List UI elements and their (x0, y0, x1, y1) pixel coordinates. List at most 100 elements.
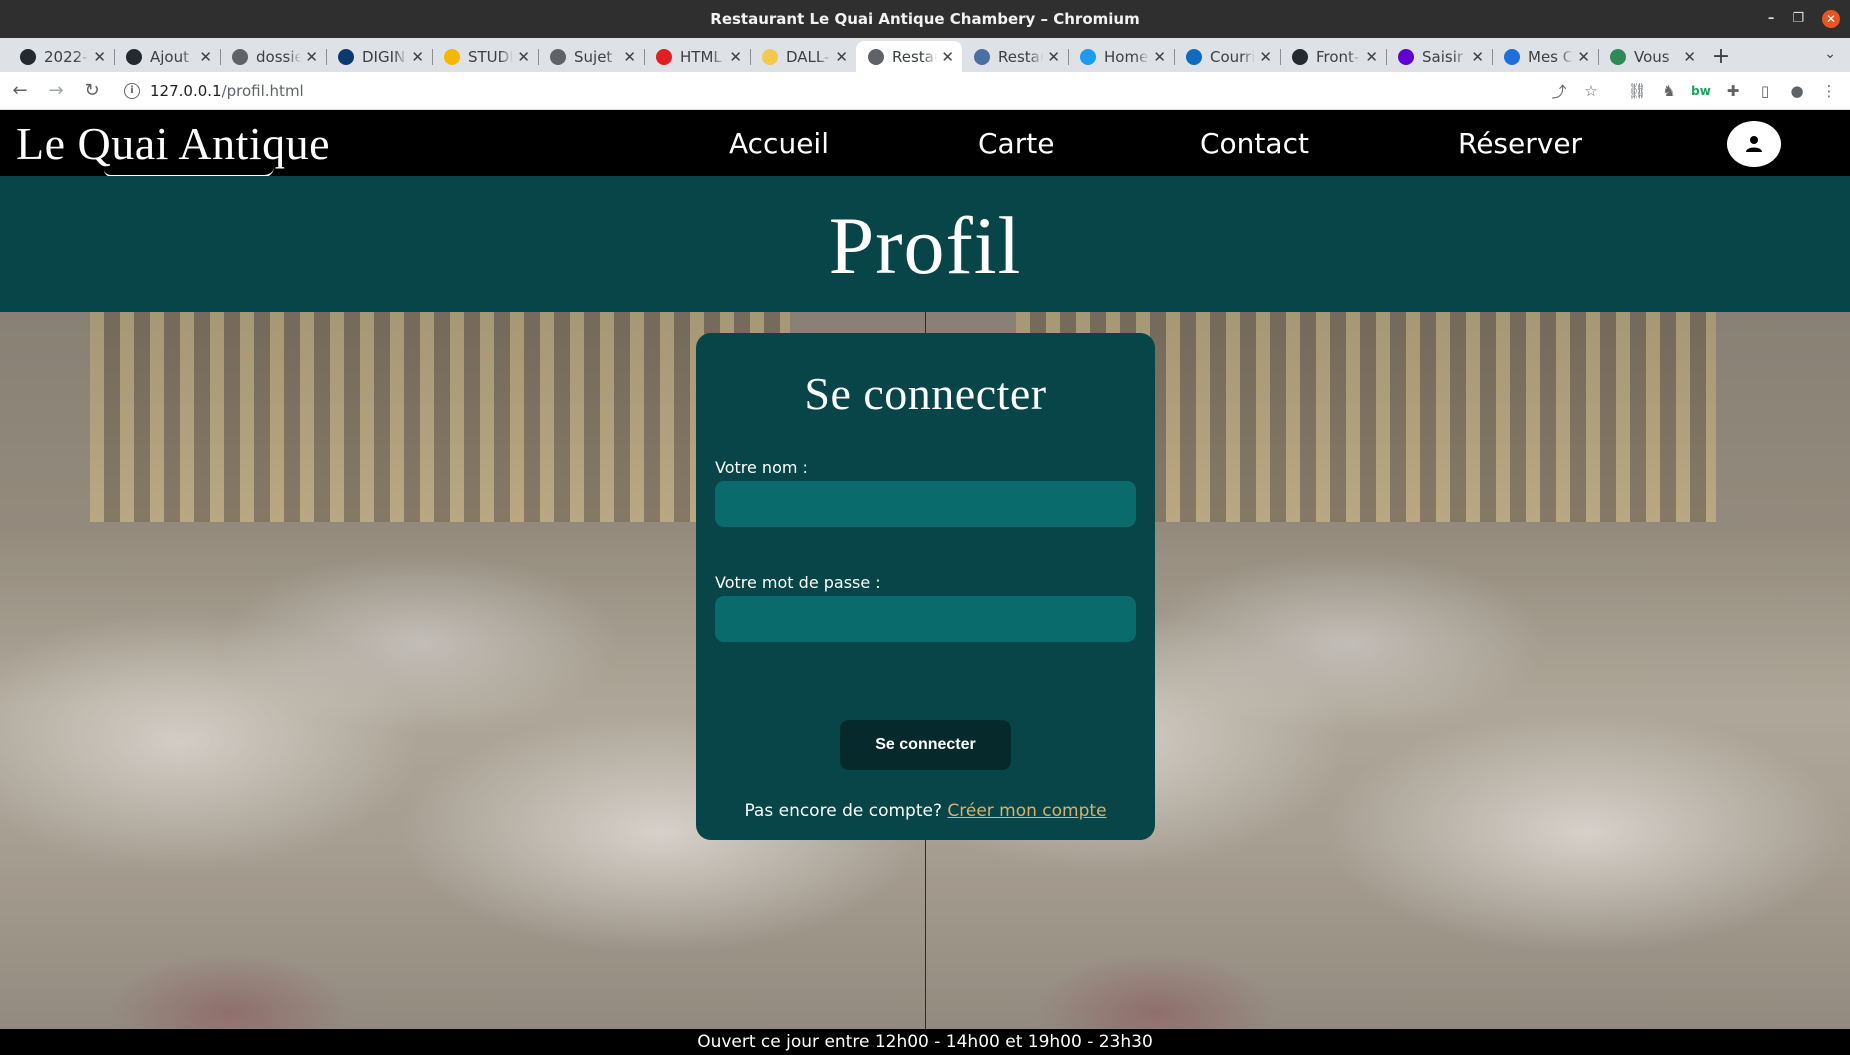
login-form: Se connecter Votre nom : Votre mot de pa… (696, 333, 1155, 840)
login-submit-button[interactable]: Se connecter (840, 720, 1011, 770)
tab-title: Ajout (150, 47, 189, 66)
share-icon[interactable]: ⤴ (1546, 75, 1572, 107)
address-bar[interactable]: i 127.0.0.1/profil.html (118, 76, 1518, 106)
puzzle-icon[interactable]: ✚ (1720, 75, 1746, 107)
tab-close-icon[interactable]: ✕ (517, 48, 530, 66)
tab-close-icon[interactable]: ✕ (1259, 48, 1272, 66)
extension-icon[interactable]: bw (1688, 75, 1714, 107)
browser-tab[interactable]: STUDI ✕ (432, 41, 538, 72)
tab-close-icon[interactable]: ✕ (305, 48, 318, 66)
tab-close-icon[interactable]: ✕ (1577, 48, 1590, 66)
window-controls: – ❐ ✕ (1768, 0, 1840, 38)
toolbar-actions: ⤴ ☆ ⛓ ♞ bw ✚ ▯ ● ⋮ (1546, 75, 1842, 107)
tab-close-icon[interactable]: ✕ (199, 48, 212, 66)
tab-close-icon[interactable]: ✕ (835, 48, 848, 66)
browser-tab[interactable]: Mes C ✕ (1492, 41, 1598, 72)
digin-icon (338, 48, 354, 65)
tab-close-icon[interactable]: ✕ (411, 48, 424, 66)
tab-title: dossie (256, 47, 302, 66)
login-heading: Se connecter (804, 368, 1047, 419)
page-title: Profil (828, 200, 1022, 291)
new-tab-button[interactable]: + (1704, 41, 1738, 72)
back-arrow-icon[interactable]: ← (4, 75, 36, 107)
tab-close-icon[interactable]: ✕ (1047, 48, 1060, 66)
password-input[interactable] (715, 596, 1136, 642)
side-panel-icon[interactable]: ▯ (1752, 75, 1778, 107)
site-info-icon[interactable]: i (124, 82, 140, 99)
studi-icon (444, 48, 460, 65)
extension-icon[interactable]: ♞ (1656, 75, 1682, 107)
page-banner: Profil (0, 176, 1850, 312)
tab-title: Saisir (1422, 47, 1464, 66)
extension-icon[interactable]: ⛓ (1624, 75, 1650, 107)
globe-icon (232, 48, 248, 65)
tab-title: 2022-1 (44, 47, 89, 66)
browser-tab[interactable]: Ajout ✕ (114, 41, 220, 72)
outlook-icon (1186, 48, 1202, 65)
browser-tab[interactable]: Restau✕ (962, 41, 1068, 72)
nav-link-contact[interactable]: Contact (1200, 127, 1309, 160)
tab-search-chevron-icon[interactable]: ⌄ (1824, 46, 1836, 62)
kebab-menu-icon[interactable]: ⋮ (1816, 75, 1842, 107)
globe-icon (868, 48, 884, 65)
signup-prompt: Pas encore de compte? Créer mon compte (696, 801, 1155, 821)
user-profile-button[interactable] (1727, 121, 1781, 167)
tab-close-icon[interactable]: ✕ (1153, 48, 1166, 66)
tab-title: Home (1104, 47, 1149, 66)
browser-tab[interactable]: 2022-1✕ (8, 41, 114, 72)
user-icon (1746, 136, 1762, 152)
browser-tab[interactable]: Restau✕ (856, 41, 962, 72)
window-title-bar: Restaurant Le Quai Antique Chambery – Ch… (0, 0, 1850, 38)
tab-title: DALL-E (786, 47, 831, 66)
browser-tab[interactable]: DALL-E✕ (750, 41, 856, 72)
nav-link-reserver[interactable]: Réserver (1458, 127, 1582, 160)
tab-close-icon[interactable]: ✕ (729, 48, 742, 66)
site-logo[interactable]: Le Quai Antique (16, 117, 330, 177)
html-icon (656, 48, 672, 65)
browser-tab[interactable]: HTML ✕ (644, 41, 750, 72)
name-input[interactable] (715, 481, 1136, 527)
tab-close-icon[interactable]: ✕ (623, 48, 636, 66)
name-label: Votre nom : (715, 458, 808, 477)
profile-avatar-icon[interactable]: ● (1784, 75, 1810, 107)
nav-link-accueil[interactable]: Accueil (729, 127, 829, 160)
restore-icon[interactable]: ❐ (1792, 0, 1804, 38)
github-icon (126, 48, 142, 65)
page-icon (974, 48, 990, 65)
browser-tab[interactable]: dossie ✕ (220, 41, 326, 72)
tab-title: Restau (892, 47, 937, 66)
reload-icon[interactable]: ↻ (76, 75, 108, 107)
site-header: Le Quai Antique Accueil Carte Contact Ré… (0, 110, 1850, 177)
minimize-icon[interactable]: – (1768, 0, 1775, 38)
tab-close-icon[interactable]: ✕ (1683, 48, 1696, 66)
web-page: Le Quai Antique Accueil Carte Contact Ré… (0, 110, 1850, 1055)
browser-tab[interactable]: Courri ✕ (1174, 41, 1280, 72)
window-title: Restaurant Le Quai Antique Chambery – Ch… (710, 10, 1140, 28)
url-host: 127.0.0.1 (150, 81, 222, 100)
tab-close-icon[interactable]: ✕ (93, 48, 106, 66)
tab-title: Mes C (1528, 47, 1574, 66)
browser-tab[interactable]: Home ✕ (1068, 41, 1174, 72)
close-icon[interactable]: ✕ (1822, 10, 1840, 28)
nav-link-carte[interactable]: Carte (978, 127, 1054, 160)
create-account-link[interactable]: Créer mon compte (947, 801, 1106, 821)
tab-close-icon[interactable]: ✕ (1365, 48, 1378, 66)
bookmark-star-icon[interactable]: ☆ (1578, 75, 1604, 107)
browser-tab[interactable]: Vous ✕ (1598, 41, 1704, 72)
tab-close-icon[interactable]: ✕ (941, 48, 954, 66)
dalle-icon (762, 48, 778, 65)
browser-toolbar: ← → ↻ i 127.0.0.1/profil.html ⤴ ☆ ⛓ ♞ bw… (0, 72, 1850, 110)
tab-strip: 2022-1✕Ajout✕dossie✕DIGIN✕STUDI✕Sujet✕HT… (0, 38, 1850, 72)
card-icon (1610, 48, 1626, 65)
forward-arrow-icon[interactable]: → (40, 75, 72, 107)
tab-title: Courri (1210, 47, 1256, 66)
edge-icon (1504, 48, 1520, 65)
tab-title: Vous (1634, 47, 1670, 66)
browser-tab[interactable]: Sujet ✕ (538, 41, 644, 72)
browser-tab[interactable]: DIGIN ✕ (326, 41, 432, 72)
browser-tab[interactable]: Saisir ✕ (1386, 41, 1492, 72)
browser-tab[interactable]: Front- ✕ (1280, 41, 1386, 72)
url-text[interactable]: 127.0.0.1/profil.html (150, 82, 304, 100)
github-icon (1292, 48, 1308, 65)
tab-close-icon[interactable]: ✕ (1471, 48, 1484, 66)
